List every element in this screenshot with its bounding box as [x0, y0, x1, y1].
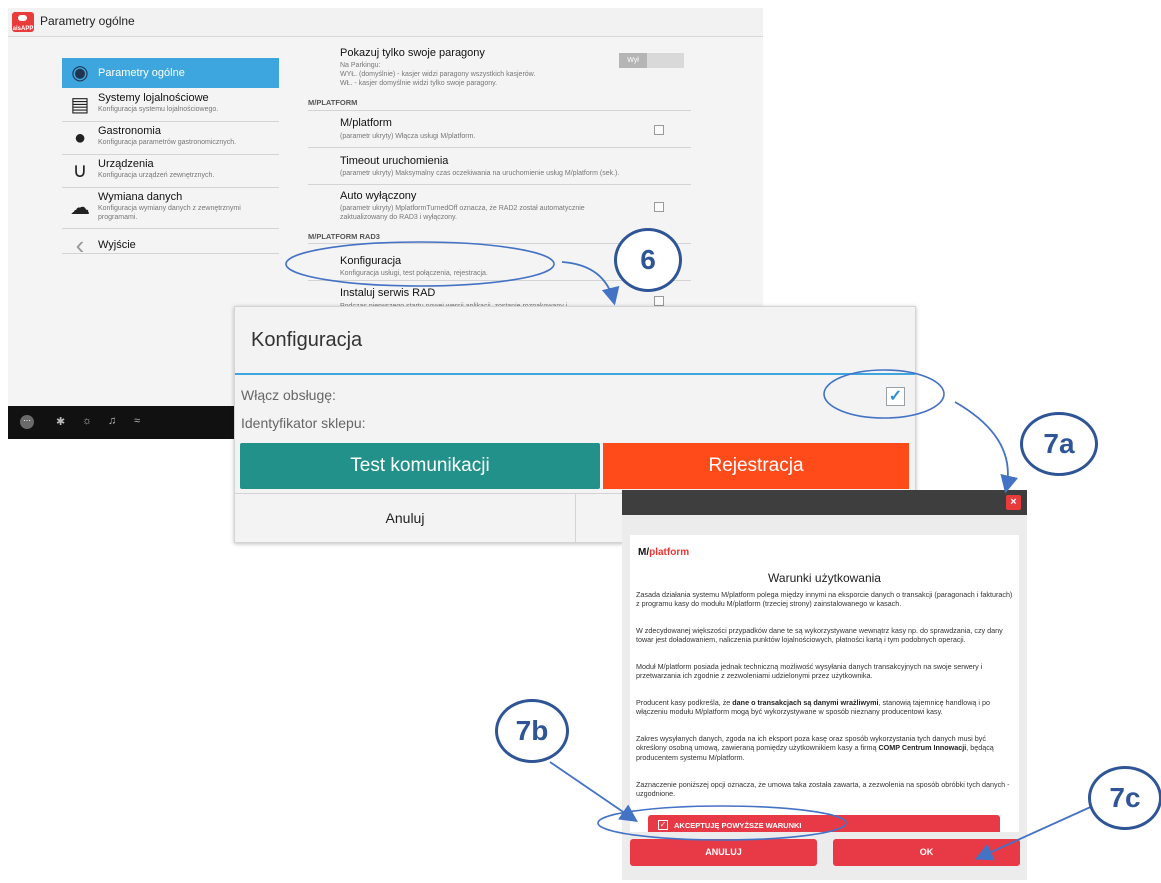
arrow [549, 761, 638, 823]
arrow [974, 804, 1096, 861]
arrow [954, 401, 1018, 494]
highlight-ellipse [285, 241, 555, 287]
step-badge-7b: 7b [495, 699, 569, 763]
step-badge-7c: 7c [1088, 766, 1161, 830]
annotation-overlay [285, 241, 1096, 861]
arrow [561, 261, 620, 306]
highlight-ellipse [823, 369, 945, 419]
step-badge-7a: 7a [1020, 412, 1098, 476]
step-badge-6: 6 [614, 228, 682, 292]
highlight-ellipse [597, 805, 847, 841]
